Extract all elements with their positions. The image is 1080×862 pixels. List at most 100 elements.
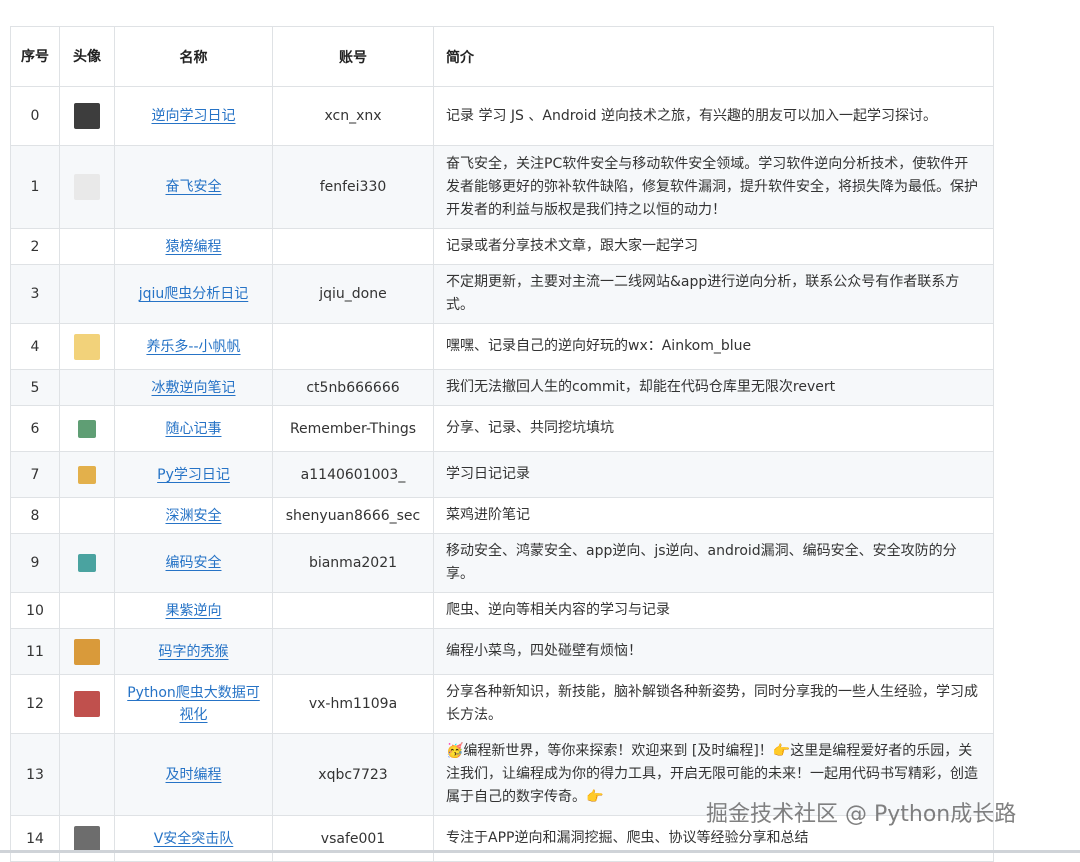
row-avatar-cell	[59, 592, 115, 629]
row-name-cell: 及时编程	[114, 733, 273, 816]
row-account: vsafe001	[272, 815, 434, 862]
account-name-link[interactable]: Py学习日记	[157, 467, 230, 483]
row-intro: 菜鸡进阶笔记	[433, 497, 994, 534]
row-intro: 分享、记录、共同挖坑填坑	[433, 405, 994, 452]
orange-badge-avatar	[78, 465, 96, 484]
row-account: a1140601003_	[272, 451, 434, 498]
header-account: 账号	[272, 26, 434, 87]
table-row: 5 冰敷逆向笔记 ct5nb666666 我们无法撤回人生的commit，却能在代码仓…	[10, 369, 994, 406]
row-intro: 我们无法撤回人生的commit，却能在代码仓库里无限次revert	[433, 369, 994, 406]
row-name-cell: 编码安全	[114, 533, 273, 593]
row-account: vx-hm1109a	[272, 674, 434, 734]
cartoon-yellow-avatar	[74, 333, 100, 360]
account-name-link[interactable]: 码字的秃猴	[159, 644, 229, 660]
row-index: 11	[10, 628, 60, 675]
row-avatar-cell	[59, 323, 115, 370]
row-name-cell: V安全突击队	[114, 815, 273, 862]
row-account	[272, 323, 434, 370]
row-account: Remember-Things	[272, 405, 434, 452]
row-account: fenfei330	[272, 145, 434, 229]
accounts-table: 序号 头像 名称 账号 简介 0 逆向学习日记 xcn_xnx 记录 学习 JS 、A…	[10, 26, 994, 862]
row-account	[272, 628, 434, 675]
row-intro: 不定期更新，主要对主流一二线网站&app进行逆向分析，联系公众号有作者联系方式。	[433, 264, 994, 324]
account-name-link[interactable]: 编码安全	[166, 555, 222, 571]
row-intro: 记录或者分享技术文章，跟大家一起学习	[433, 228, 994, 265]
cartoon-face-avatar	[74, 691, 100, 717]
row-name-cell: 随心记事	[114, 405, 273, 452]
account-name-link[interactable]: 随心记事	[166, 421, 222, 437]
row-intro: 嘿嘿、记录自己的逆向好玩的wx：Ainkom_blue	[433, 323, 994, 370]
header-avatar: 头像	[59, 26, 115, 87]
row-name-cell: 码字的秃猴	[114, 628, 273, 675]
row-index: 1	[10, 145, 60, 229]
row-account	[272, 592, 434, 629]
divider	[0, 850, 1080, 853]
table-row: 0 逆向学习日记 xcn_xnx 记录 学习 JS 、Android 逆向技术之旅，有…	[10, 86, 994, 146]
row-intro: 编程小菜鸟，四处碰壁有烦恼！	[433, 628, 994, 675]
account-name-link[interactable]: 深渊安全	[166, 508, 222, 524]
row-index: 0	[10, 86, 60, 146]
monkey-avatar	[74, 638, 100, 665]
row-index: 12	[10, 674, 60, 734]
row-avatar-cell	[59, 628, 115, 675]
row-intro: 分享各种新知识，新技能，脑补解锁各种新姿势，同时分享我的一些人生经验，学习成长方…	[433, 674, 994, 734]
row-avatar-cell	[59, 405, 115, 452]
table-row: 1 奋飞安全 fenfei330 奋飞安全，关注PC软件安全与移动软件安全领域。学习软…	[10, 145, 994, 229]
row-avatar-cell	[59, 815, 115, 862]
green-leaf-avatar	[78, 419, 96, 438]
account-name-link[interactable]: 及时编程	[166, 767, 222, 783]
account-name-link[interactable]: 猿榜编程	[166, 239, 222, 255]
account-name-link[interactable]: 逆向学习日记	[152, 108, 236, 124]
row-index: 5	[10, 369, 60, 406]
account-name-link[interactable]: jqiu爬虫分析日记	[139, 286, 249, 302]
table-row: 6 随心记事 Remember-Things 分享、记录、共同挖坑填坑	[10, 405, 994, 452]
row-avatar-cell	[59, 533, 115, 593]
table-row: 3 jqiu爬虫分析日记 jqiu_done 不定期更新，主要对主流一二线网站&app…	[10, 264, 994, 324]
row-avatar-cell	[59, 264, 115, 324]
row-index: 3	[10, 264, 60, 324]
gray-logo-avatar	[74, 825, 100, 852]
row-name-cell: 果紫逆向	[114, 592, 273, 629]
row-account: bianma2021	[272, 533, 434, 593]
row-index: 7	[10, 451, 60, 498]
table-row: 4 养乐多--小帆帆 嘿嘿、记录自己的逆向好玩的wx：Ainkom_blue	[10, 323, 994, 370]
row-avatar-cell	[59, 369, 115, 406]
row-avatar-cell	[59, 86, 115, 146]
row-avatar-cell	[59, 733, 115, 816]
row-index: 8	[10, 497, 60, 534]
table-row: 9 编码安全 bianma2021 移动安全、鸿蒙安全、app逆向、js逆向、andr…	[10, 533, 994, 593]
account-name-link[interactable]: 果紫逆向	[166, 603, 222, 619]
shield-logo-avatar	[78, 554, 96, 572]
row-name-cell: 奋飞安全	[114, 145, 273, 229]
dark-portrait-avatar	[74, 103, 100, 129]
table-header-row: 序号 头像 名称 账号 简介	[10, 26, 994, 87]
row-avatar-cell	[59, 228, 115, 265]
table-row: 12 Python爬虫大数据可视化 vx-hm1109a 分享各种新知识，新技能，脑补…	[10, 674, 994, 734]
table-row: 7 Py学习日记 a1140601003_ 学习日记记录	[10, 451, 994, 498]
row-name-cell: Py学习日记	[114, 451, 273, 498]
row-account	[272, 228, 434, 265]
row-avatar-cell	[59, 145, 115, 229]
account-name-link[interactable]: V安全突击队	[154, 831, 234, 847]
row-name-cell: 逆向学习日记	[114, 86, 273, 146]
row-avatar-cell	[59, 674, 115, 734]
row-intro: 学习日记记录	[433, 451, 994, 498]
table-row: 2 猿榜编程 记录或者分享技术文章，跟大家一起学习	[10, 228, 994, 265]
account-name-link[interactable]: 养乐多--小帆帆	[146, 339, 240, 355]
header-intro: 简介	[433, 26, 994, 87]
row-index: 6	[10, 405, 60, 452]
row-name-cell: 猿榜编程	[114, 228, 273, 265]
row-index: 10	[10, 592, 60, 629]
row-account: shenyuan8666_sec	[272, 497, 434, 534]
account-name-link[interactable]: 奋飞安全	[166, 179, 222, 195]
row-account: xcn_xnx	[272, 86, 434, 146]
account-name-link[interactable]: 冰敷逆向笔记	[152, 380, 236, 396]
account-name-link[interactable]: Python爬虫大数据可视化	[127, 685, 260, 723]
row-index: 4	[10, 323, 60, 370]
row-account: jqiu_done	[272, 264, 434, 324]
row-index: 13	[10, 733, 60, 816]
row-name-cell: jqiu爬虫分析日记	[114, 264, 273, 324]
watermark: 掘金技术社区 @ Python成长路	[706, 802, 1017, 827]
table-row: 8 深渊安全 shenyuan8666_sec 菜鸡进阶笔记	[10, 497, 994, 534]
row-index: 2	[10, 228, 60, 265]
